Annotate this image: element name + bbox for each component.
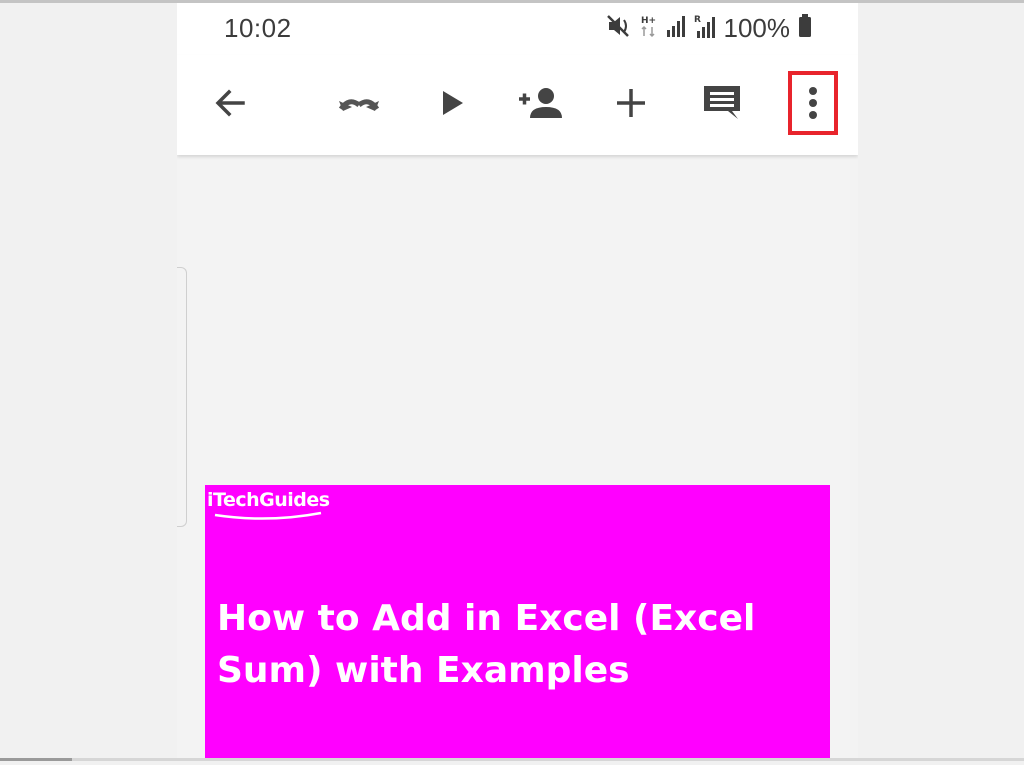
svg-text:R: R: [694, 15, 701, 25]
slide-title: How to Add in Excel (Excel Sum) with Exa…: [217, 593, 817, 697]
roaming-signal-icon: R: [694, 13, 716, 44]
battery-icon: [798, 13, 812, 44]
play-icon: [443, 91, 463, 115]
svg-text:H+: H+: [641, 16, 656, 26]
signal-icon: [666, 14, 686, 43]
slide-title-line-2: Sum) with Examples: [217, 650, 630, 691]
phone-screen: 10:02 H+ R 100% iTechGuides How to Add i…: [177, 3, 858, 758]
network-hplus-icon: H+: [640, 13, 658, 44]
slide-banner[interactable]: iTechGuides How to Add in Excel (Excel S…: [205, 485, 830, 758]
brand-swoosh-icon: [214, 511, 322, 520]
window-bottom-border: [0, 758, 1024, 761]
brand-logo: iTechGuides: [207, 489, 330, 511]
comment-icon: [704, 86, 740, 119]
slide-title-line-1: How to Add in Excel (Excel: [217, 598, 756, 639]
status-icons: H+ R 100%: [606, 13, 813, 43]
status-time: 10:02: [224, 13, 292, 43]
battery-percent: 100%: [723, 12, 791, 43]
more-options-highlight: [788, 71, 838, 135]
back-button[interactable]: [202, 75, 258, 131]
back-arrow-icon: [215, 89, 245, 117]
plus-icon: [617, 89, 645, 117]
insert-button[interactable]: [603, 75, 659, 131]
scrollbar-thumb[interactable]: [0, 758, 72, 761]
status-bar: 10:02 H+ R 100%: [177, 3, 858, 55]
present-button[interactable]: [424, 75, 480, 131]
undo-redo-icon: [338, 99, 380, 111]
share-button[interactable]: [512, 75, 568, 131]
slide-thumbnail-edge: [177, 267, 187, 527]
doc-toolbar: [177, 55, 858, 155]
undo-redo-button[interactable]: [331, 75, 387, 131]
comments-button[interactable]: [694, 75, 750, 131]
add-person-icon: [519, 88, 562, 118]
mute-icon: [606, 13, 632, 44]
